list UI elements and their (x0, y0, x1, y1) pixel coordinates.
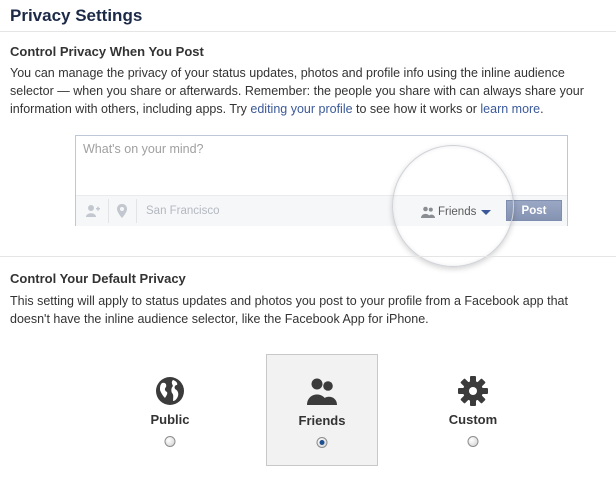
radio-friends[interactable] (316, 437, 328, 448)
location-text[interactable]: San Francisco (146, 205, 220, 217)
post-privacy-text-2: to see how it works or (352, 102, 481, 116)
default-privacy-description: This setting will apply to status update… (10, 294, 568, 326)
title-divider (0, 31, 616, 32)
learn-more-link[interactable]: learn more (480, 102, 540, 116)
editing-profile-link[interactable]: editing your profile (250, 102, 352, 116)
friends-icon (421, 206, 435, 218)
friends-icon (307, 378, 337, 405)
post-privacy-text-3: . (540, 102, 544, 116)
section-divider (0, 256, 616, 257)
privacy-option-custom[interactable]: Custom (417, 354, 529, 466)
chevron-down-icon (481, 209, 492, 215)
tag-people-icon[interactable] (85, 203, 101, 219)
audience-selector[interactable]: Friends (421, 203, 492, 221)
gear-icon (458, 376, 488, 406)
post-button[interactable]: Post (506, 200, 562, 221)
option-label-friends: Friends (298, 413, 346, 428)
privacy-option-friends[interactable]: Friends (266, 354, 378, 466)
composer-toolbar: San Francisco Friends Post (76, 195, 567, 226)
option-label-custom: Custom (448, 412, 498, 427)
default-privacy-heading: Control Your Default Privacy (10, 271, 186, 286)
location-pin-icon[interactable] (114, 203, 130, 219)
status-input[interactable]: What's on your mind? (83, 142, 204, 156)
toolbar-divider (108, 199, 109, 223)
post-privacy-description: You can manage the privacy of your statu… (10, 64, 610, 118)
page-title: Privacy Settings (10, 6, 143, 25)
option-label-public: Public (150, 412, 190, 427)
radio-public[interactable] (164, 436, 176, 447)
toolbar-divider (136, 199, 137, 223)
globe-icon (156, 377, 184, 405)
status-composer: What's on your mind? San Francisco Frien… (75, 135, 568, 226)
post-privacy-heading: Control Privacy When You Post (10, 44, 204, 59)
audience-label: Friends (438, 206, 477, 218)
privacy-option-public[interactable]: Public (114, 354, 226, 466)
radio-custom[interactable] (467, 436, 479, 447)
